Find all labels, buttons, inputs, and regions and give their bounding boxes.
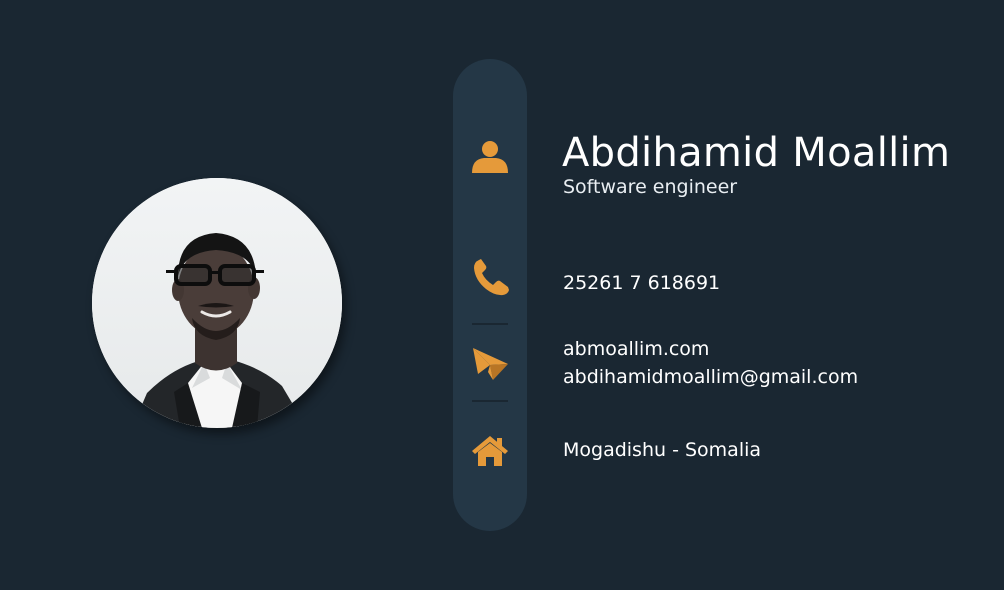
phone-number: 25261 7 618691 bbox=[563, 272, 721, 294]
email-text: abdihamidmoallim@gmail.com bbox=[563, 366, 859, 388]
paper-plane-icon bbox=[470, 344, 510, 384]
person-name: Abdihamid Moallim bbox=[562, 130, 951, 176]
divider bbox=[472, 400, 508, 402]
business-card: Abdihamid Moallim Software engineer 2526… bbox=[0, 0, 1004, 590]
person-icon bbox=[470, 137, 510, 177]
icon-strip bbox=[453, 59, 527, 531]
profile-photo bbox=[92, 178, 342, 428]
divider bbox=[472, 323, 508, 325]
location-text: Mogadishu - Somalia bbox=[563, 439, 762, 461]
phone-icon bbox=[470, 257, 510, 297]
job-title: Software engineer bbox=[563, 176, 738, 198]
portrait-illustration bbox=[92, 178, 342, 428]
home-icon bbox=[470, 431, 510, 471]
website-text: abmoallim.com bbox=[563, 338, 710, 360]
